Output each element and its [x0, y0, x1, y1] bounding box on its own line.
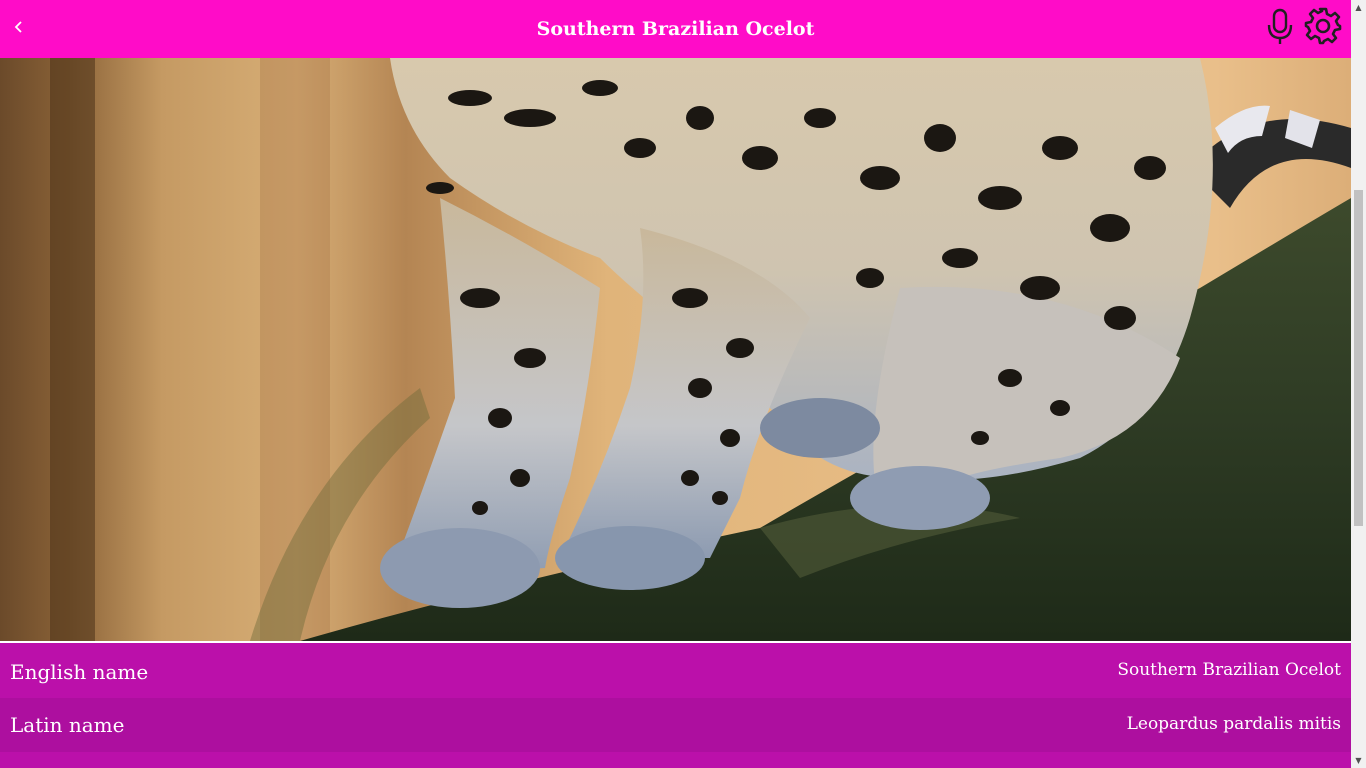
scroll-down-arrow-icon[interactable]: ▼	[1351, 753, 1366, 768]
detail-page: Southern Brazilian Ocelot English name S…	[0, 0, 1351, 768]
latin-name-label: Latin name	[10, 713, 125, 737]
microphone-icon	[1267, 8, 1293, 44]
vertical-scrollbar[interactable]: ▲ ▼	[1351, 0, 1366, 768]
voice-search-button[interactable]	[1264, 7, 1296, 47]
ocelot-photo	[0, 58, 1351, 641]
latin-name-value: Leopardus pardalis mitis	[1126, 714, 1341, 734]
ocelot-image	[0, 58, 1351, 641]
top-app-bar: Southern Brazilian Ocelot	[0, 0, 1351, 58]
scroll-up-arrow-icon[interactable]: ▲	[1351, 0, 1366, 15]
english-name-value: Southern Brazilian Ocelot	[1117, 660, 1341, 680]
info-row-next	[0, 752, 1351, 768]
gear-icon	[1304, 7, 1342, 45]
info-row-english-name: English name Southern Brazilian Ocelot	[0, 643, 1351, 698]
settings-button[interactable]	[1304, 7, 1342, 45]
english-name-label: English name	[10, 660, 149, 684]
info-row-latin-name: Latin name Leopardus pardalis mitis	[0, 698, 1351, 752]
scrollbar-thumb[interactable]	[1354, 190, 1363, 526]
app-window: Southern Brazilian Ocelot English name S…	[0, 0, 1366, 768]
page-title: Southern Brazilian Ocelot	[536, 18, 815, 40]
